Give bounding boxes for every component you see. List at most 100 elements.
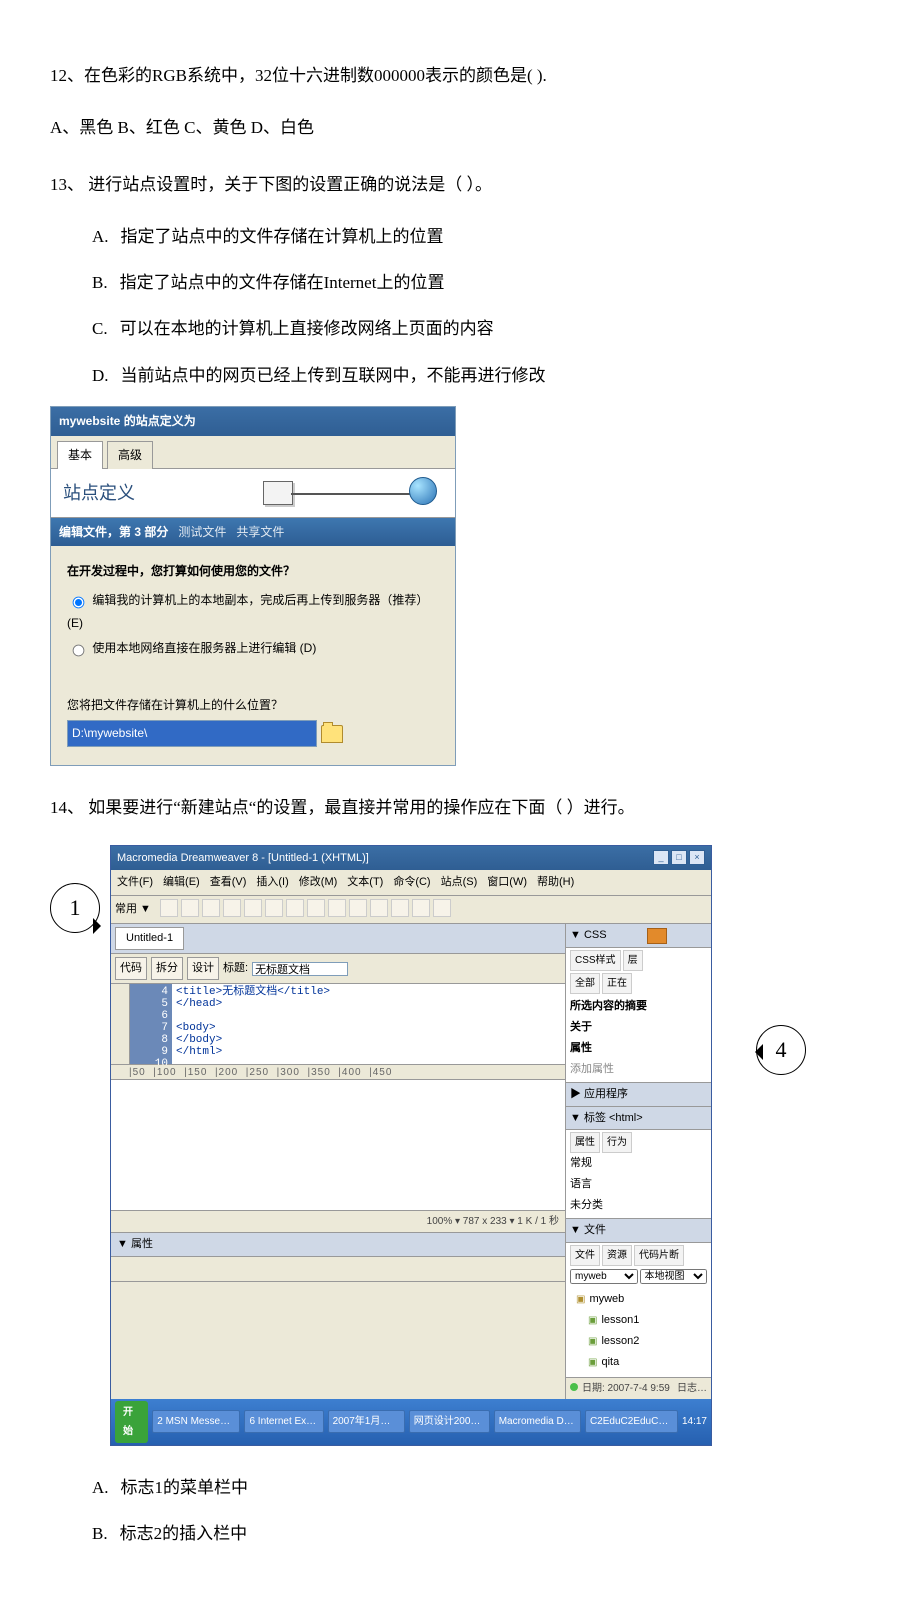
taskbar-item[interactable]: 网页设计2007秋… — [409, 1410, 490, 1433]
taskbar-item[interactable]: 6 Internet Explo… — [244, 1410, 323, 1433]
view-code-button[interactable]: 代码 — [115, 957, 147, 980]
css-scope-current[interactable]: 正在 — [602, 973, 632, 994]
opt-label: A. — [92, 221, 109, 253]
document-toolbar[interactable]: 代码 拆分 设计 标题: — [111, 954, 565, 984]
radio-server-edit[interactable]: 使用本地网络直接在服务器上进行编辑 (D) — [67, 637, 439, 660]
minimize-icon[interactable]: _ — [653, 850, 669, 865]
view-design-button[interactable]: 设计 — [187, 957, 219, 980]
browse-folder-icon[interactable] — [321, 725, 343, 743]
toolbar-button[interactable] — [286, 899, 304, 917]
system-tray: 14:17 — [682, 1412, 707, 1431]
taskbar-item[interactable]: 2 MSN Messenger ▾ — [152, 1410, 240, 1433]
taskbar-item[interactable]: 2007年1月网页… — [328, 1410, 405, 1433]
css-tab-layers[interactable]: 层 — [623, 950, 643, 971]
tag-panel-header[interactable]: ▼ 标签 <html> — [566, 1107, 711, 1131]
tag-cat-general[interactable]: 常规 — [570, 1153, 707, 1174]
toolbar-button[interactable] — [202, 899, 220, 917]
files-tab-files[interactable]: 文件 — [570, 1245, 600, 1266]
radio-server-edit-label: 使用本地网络直接在服务器上进行编辑 (D) — [92, 641, 316, 655]
document-tabs[interactable]: Untitled-1 — [111, 924, 565, 954]
start-button[interactable]: 开始 — [115, 1401, 148, 1443]
css-panel-body[interactable]: CSS样式 层 全部 正在 所选内容的摘要 关于 属性 添加属性 — [566, 948, 711, 1083]
file-tree[interactable]: myweb lesson1 lesson2 qita — [570, 1287, 707, 1375]
files-tab-assets[interactable]: 资源 — [602, 1245, 632, 1266]
toolbar-button[interactable] — [328, 899, 346, 917]
file-tree-root[interactable]: myweb — [574, 1289, 703, 1310]
menu-view[interactable]: 查看(V) — [208, 872, 249, 893]
radio-local-copy[interactable]: 编辑我的计算机上的本地副本，完成后再上传到服务器（推荐）(E) — [67, 589, 439, 635]
files-panel-body[interactable]: 文件 资源 代码片断 myweb 本地视图 — [566, 1243, 711, 1378]
file-tree-item[interactable]: lesson2 — [574, 1331, 703, 1352]
file-tree-item[interactable]: qita — [574, 1352, 703, 1373]
document-area: Untitled-1 代码 拆分 设计 标题: — [111, 924, 565, 1398]
css-tab-styles[interactable]: CSS样式 — [570, 950, 621, 971]
status-dot-icon — [570, 1383, 578, 1391]
tag-tab-behaviors[interactable]: 行为 — [602, 1132, 632, 1153]
menu-file[interactable]: 文件(F) — [115, 872, 155, 893]
site-select[interactable]: myweb — [570, 1269, 638, 1284]
toolbar-button[interactable] — [412, 899, 430, 917]
menu-help[interactable]: 帮助(H) — [535, 872, 576, 893]
toolbar-button[interactable] — [307, 899, 325, 917]
toolbar-button[interactable] — [391, 899, 409, 917]
toolbar-button[interactable] — [433, 899, 451, 917]
css-scope-all[interactable]: 全部 — [570, 973, 600, 994]
files-footer-log[interactable]: 日志… — [677, 1379, 707, 1398]
tag-cat-lang[interactable]: 语言 — [570, 1174, 707, 1195]
wizard-heading: 站点定义 — [63, 476, 135, 510]
app-panel-header[interactable]: ▶ 应用程序 — [566, 1083, 711, 1107]
taskbar-item[interactable]: Macromedia Drea… — [494, 1410, 581, 1433]
document-tab[interactable]: Untitled-1 — [115, 927, 184, 950]
css-summary-heading: 所选内容的摘要 — [570, 996, 707, 1017]
menu-insert[interactable]: 插入(I) — [254, 872, 290, 893]
tab-advanced[interactable]: 高级 — [107, 441, 153, 469]
close-icon[interactable]: × — [689, 850, 705, 865]
code-text[interactable]: <title>无标题文档</title> </head> <body> </bo… — [172, 984, 334, 1064]
files-tab-snippets[interactable]: 代码片断 — [634, 1245, 684, 1266]
files-panel-footer: 日期: 2007-7-4 9:59 日志… — [566, 1378, 711, 1399]
maximize-icon[interactable]: □ — [671, 850, 687, 865]
css-panel-header[interactable]: ▼ CSS — [566, 924, 711, 948]
menu-edit[interactable]: 编辑(E) — [161, 872, 202, 893]
radio-local-copy-input[interactable] — [73, 597, 85, 609]
menu-window[interactable]: 窗口(W) — [485, 872, 529, 893]
tag-panel-body[interactable]: 属性 行为 常规 语言 未分类 — [566, 1130, 711, 1219]
local-path-input[interactable]: D:\mywebsite\ — [67, 720, 317, 747]
view-split-button[interactable]: 拆分 — [151, 957, 183, 980]
q13-options: A.指定了站点中的文件存储在计算机上的位置 B.指定了站点中的文件存储在Inte… — [92, 221, 870, 392]
css-add-property[interactable]: 添加属性 — [570, 1059, 707, 1080]
title-input[interactable] — [252, 962, 348, 976]
radio-server-edit-input[interactable] — [73, 644, 85, 656]
menu-bar[interactable]: 文件(F) 编辑(E) 查看(V) 插入(I) 修改(M) 文本(T) 命令(C… — [111, 870, 711, 896]
menu-site[interactable]: 站点(S) — [439, 872, 480, 893]
wizard-steps: 编辑文件，第 3 部分 测试文件 共享文件 — [51, 518, 455, 547]
properties-header[interactable]: ▼ 属性 — [111, 1233, 565, 1257]
toolbar-button[interactable] — [265, 899, 283, 917]
tag-cat-misc[interactable]: 未分类 — [570, 1195, 707, 1216]
properties-panel[interactable]: ▼ 属性 — [111, 1233, 565, 1282]
toolbar-button[interactable] — [349, 899, 367, 917]
files-panel-header[interactable]: ▼ 文件 — [566, 1219, 711, 1243]
tab-basic[interactable]: 基本 — [57, 441, 103, 469]
insert-category[interactable]: 常用 ▼ — [115, 899, 151, 920]
q12-text: 12、在色彩的RGB系统中，32位十六进制数000000表示的颜色是( ). — [50, 60, 870, 92]
toolbar-button[interactable] — [244, 899, 262, 917]
taskbar-item[interactable]: C2EduC2EduC2Ed… — [585, 1410, 678, 1433]
design-view[interactable] — [111, 1080, 565, 1211]
tag-tab-attrs[interactable]: 属性 — [570, 1132, 600, 1153]
status-bar: 100% ▾ 787 x 233 ▾ 1 K / 1 秒 — [111, 1211, 565, 1233]
menu-text[interactable]: 文本(T) — [345, 872, 385, 893]
toolbar-button[interactable] — [181, 899, 199, 917]
file-tree-item[interactable]: lesson1 — [574, 1310, 703, 1331]
dialog-body: 在开发过程中，您打算如何使用您的文件？ 编辑我的计算机上的本地副本，完成后再上传… — [51, 546, 455, 765]
toolbar-button[interactable] — [223, 899, 241, 917]
view-select[interactable]: 本地视图 — [640, 1269, 708, 1284]
toolbar-button[interactable] — [370, 899, 388, 917]
windows-taskbar[interactable]: 开始 2 MSN Messenger ▾ 6 Internet Explo… 2… — [111, 1399, 711, 1445]
toolbar-button[interactable] — [160, 899, 178, 917]
menu-commands[interactable]: 命令(C) — [391, 872, 432, 893]
code-view[interactable]: 4 5 6 7 8 9 10 11 <title>无标题文档</title> <… — [111, 984, 565, 1065]
q14-text: 14、 如果要进行“新建站点“的设置，最直接并常用的操作应在下面（ ）进行。 — [50, 792, 870, 824]
insert-toolbar[interactable]: 常用 ▼ — [111, 896, 711, 924]
menu-modify[interactable]: 修改(M) — [297, 872, 340, 893]
